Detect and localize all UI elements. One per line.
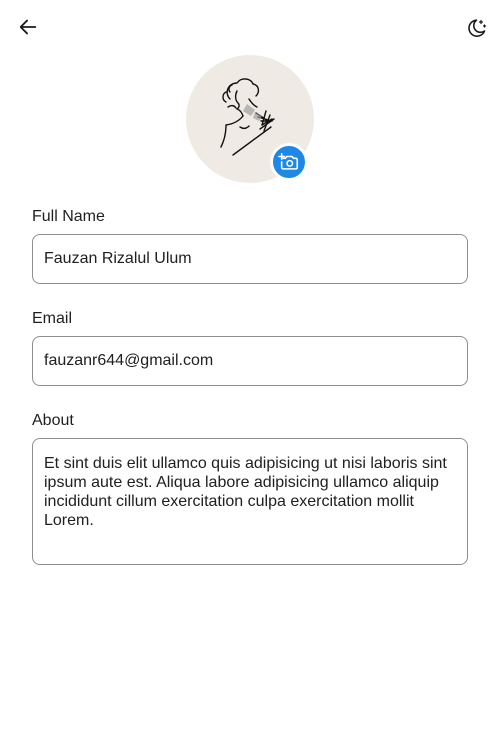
- arrow-left-icon: [19, 19, 37, 35]
- edit-profile-screen: Full Name Email About Et sint duis elit …: [0, 0, 498, 751]
- email-label: Email: [32, 310, 73, 327]
- theme-toggle-button[interactable]: [462, 14, 490, 42]
- full-name-field-container: [32, 234, 468, 284]
- back-button[interactable]: [14, 13, 42, 41]
- email-field-container: [32, 336, 468, 386]
- about-textarea[interactable]: Et sint duis elit ullamco quis adipisici…: [33, 439, 467, 563]
- moon-stars-icon: [468, 19, 487, 37]
- change-photo-button[interactable]: [270, 143, 308, 181]
- full-name-label: Full Name: [32, 208, 105, 225]
- about-field-container: Et sint duis elit ullamco quis adipisici…: [32, 438, 468, 565]
- profile-avatar-section: [186, 55, 314, 183]
- about-label: About: [32, 412, 74, 429]
- full-name-input[interactable]: [33, 235, 467, 283]
- email-input[interactable]: [33, 337, 467, 385]
- camera-add-icon: [278, 152, 299, 170]
